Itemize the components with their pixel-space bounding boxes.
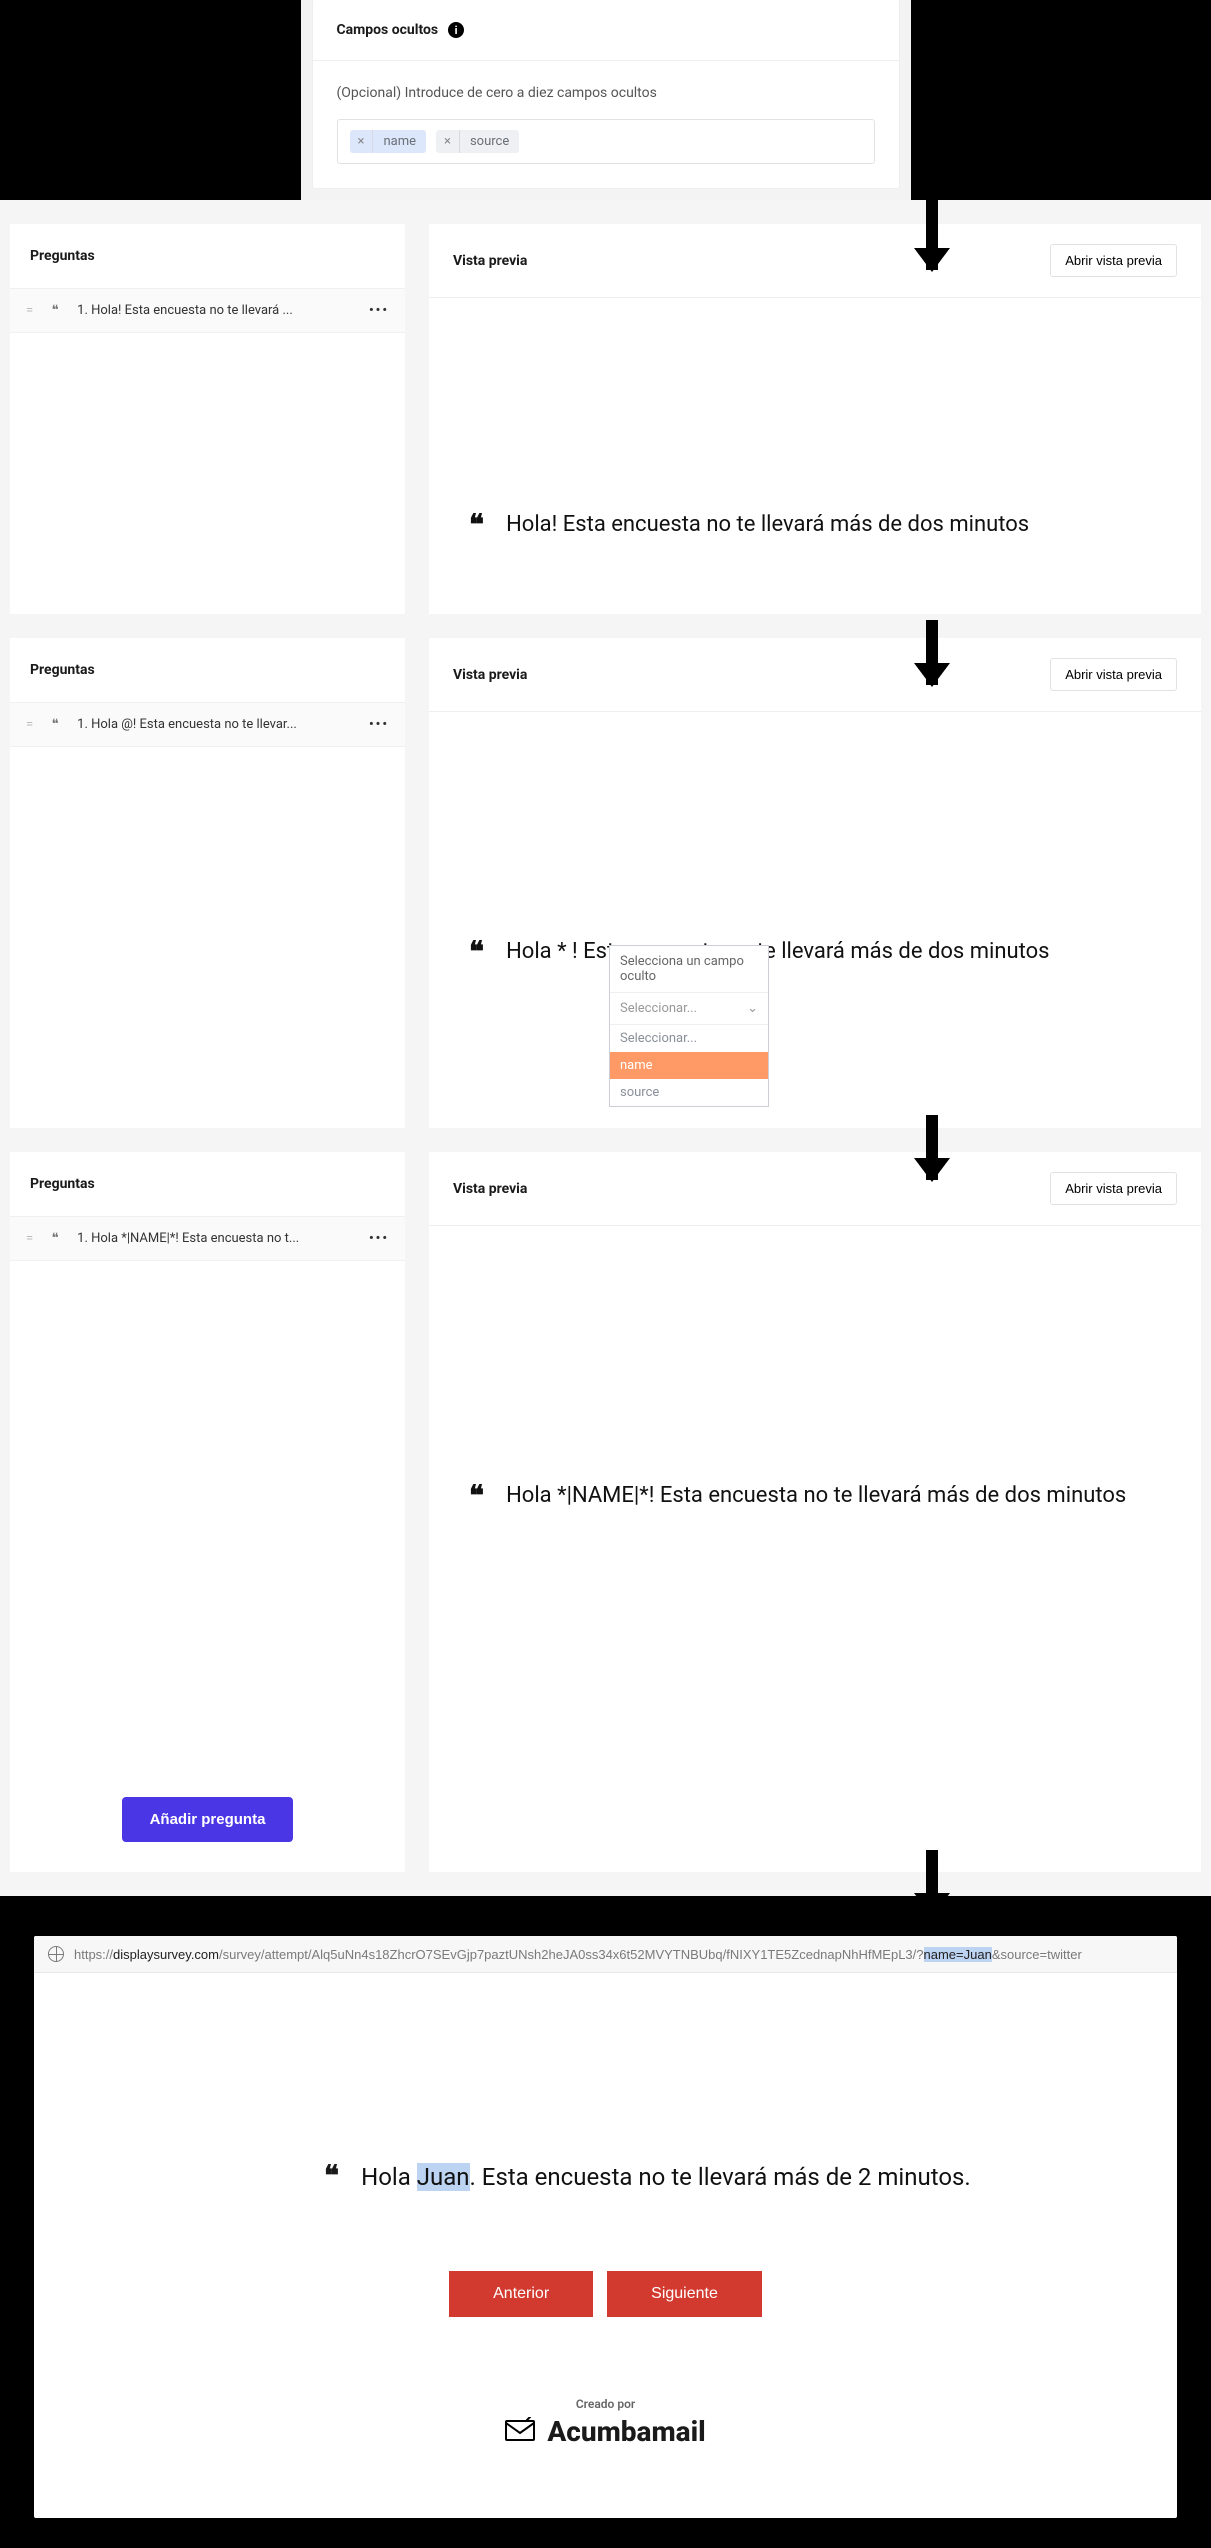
questions-title: Preguntas (10, 1152, 405, 1216)
merged-name: Juan (417, 2163, 470, 2191)
statement-text: Hola *|NAME|*! Esta encuesta no te lleva… (506, 1483, 1126, 1508)
info-icon[interactable]: i (448, 22, 464, 38)
drag-handle-icon[interactable]: = (26, 1231, 33, 1246)
question-item[interactable]: = ❝ 1. Hola @! Esta encuesta no te lleva… (10, 702, 405, 747)
url-bar[interactable]: https://displaysurvey.com/survey/attempt… (34, 1936, 1177, 1973)
quote-icon: ❝ (469, 1483, 484, 1511)
question-item[interactable]: = ❝ 1. Hola *|NAME|*! Esta encuesta no t… (10, 1216, 405, 1261)
statement-text: Hola * ! Esta encuesta no te llevará más… (506, 939, 1049, 964)
preview-title: Vista previa (453, 667, 527, 683)
hidden-field-options: Seleccionar... name source (610, 1025, 768, 1106)
hf-option[interactable]: Seleccionar... (610, 1025, 768, 1052)
open-preview-button[interactable]: Abrir vista previa (1050, 244, 1177, 277)
hidden-fields-input[interactable]: × name × source (337, 119, 875, 164)
question-text: 1. Hola @! Esta encuesta no te llevar... (77, 717, 357, 732)
question-text: 1. Hola! Esta encuesta no te llevará ... (77, 303, 357, 318)
question-type-icon: ❝ (45, 1231, 65, 1246)
survey-statement: Hola Juan. Esta encuesta no te llevará m… (361, 2163, 971, 2191)
tag-source[interactable]: × source (436, 130, 519, 153)
questions-panel: Preguntas = ❝ 1. Hola *|NAME|*! Esta enc… (10, 1152, 405, 1872)
arrow-icon (926, 200, 938, 270)
question-type-icon: ❝ (45, 717, 65, 732)
drag-handle-icon[interactable]: = (26, 717, 33, 732)
hidden-fields-card: Campos ocultos i (Opcional) Introduce de… (301, 0, 911, 200)
hidden-field-selector-title: Selecciona un campo oculto (610, 946, 768, 993)
mail-icon (505, 2415, 535, 2448)
questions-panel: Preguntas = ❝ 1. Hola @! Esta encuesta n… (10, 638, 405, 1128)
questions-title: Preguntas (10, 224, 405, 288)
preview-title: Vista previa (453, 253, 527, 269)
add-question-button[interactable]: Añadir pregunta (122, 1797, 294, 1842)
statement-text: Hola! Esta encuesta no te llevará más de… (506, 512, 1029, 537)
browser-window: https://displaysurvey.com/survey/attempt… (34, 1936, 1177, 2518)
questions-title: Preguntas (10, 638, 405, 702)
url-text: https://displaysurvey.com/survey/attempt… (74, 1947, 1082, 1962)
hf-option[interactable]: name (610, 1052, 768, 1079)
close-icon[interactable]: × (350, 130, 374, 153)
question-type-icon: ❝ (45, 303, 65, 318)
quote-icon: ❝ (469, 939, 484, 967)
open-preview-button[interactable]: Abrir vista previa (1050, 658, 1177, 691)
preview-panel: Vista previa Abrir vista previa ❝ Hola! … (429, 224, 1201, 614)
drag-handle-icon[interactable]: = (26, 303, 33, 318)
hidden-fields-title: Campos ocultos (337, 22, 439, 38)
brand-name: Acumbamail (547, 2415, 705, 2448)
brand-footer: Creado por Acumbamail (94, 2397, 1117, 2448)
quote-icon: ❝ (469, 512, 484, 540)
chevron-down-icon: ⌄ (747, 1001, 758, 1016)
brand-prefix: Creado por (94, 2397, 1117, 2411)
preview-title: Vista previa (453, 1181, 527, 1197)
prev-button[interactable]: Anterior (449, 2271, 593, 2317)
more-icon[interactable]: ••• (369, 303, 389, 318)
step-1: Preguntas = ❝ 1. Hola! Esta encuesta no … (0, 224, 1211, 614)
arrow-icon (926, 620, 938, 685)
step-3: Preguntas = ❝ 1. Hola *|NAME|*! Esta enc… (0, 1152, 1211, 1872)
next-button[interactable]: Siguiente (607, 2271, 762, 2317)
url-param-highlight: name=Juan (924, 1947, 992, 1962)
hidden-fields-hint: (Opcional) Introduce de cero a diez camp… (337, 85, 875, 101)
more-icon[interactable]: ••• (369, 1231, 389, 1246)
step-2: Preguntas = ❝ 1. Hola @! Esta encuesta n… (0, 638, 1211, 1128)
tag-name[interactable]: × name (350, 130, 427, 153)
more-icon[interactable]: ••• (369, 717, 389, 732)
open-preview-button[interactable]: Abrir vista previa (1050, 1172, 1177, 1205)
hidden-field-select[interactable]: Seleccionar... ⌄ (610, 993, 768, 1025)
question-item[interactable]: = ❝ 1. Hola! Esta encuesta no te llevará… (10, 288, 405, 333)
hf-option[interactable]: source (610, 1079, 768, 1106)
arrow-icon (926, 1115, 938, 1180)
preview-panel: Vista previa Abrir vista previa ❝ Hola *… (429, 1152, 1201, 1872)
questions-panel: Preguntas = ❝ 1. Hola! Esta encuesta no … (10, 224, 405, 614)
close-icon[interactable]: × (436, 130, 460, 153)
preview-panel: Vista previa Abrir vista previa ❝ Hola *… (429, 638, 1201, 1128)
quote-icon: ❝ (324, 2163, 339, 2191)
arrow-icon (926, 1850, 938, 1915)
question-text: 1. Hola *|NAME|*! Esta encuesta no t... (77, 1231, 357, 1246)
globe-icon (48, 1946, 64, 1962)
hidden-field-selector[interactable]: Selecciona un campo oculto Seleccionar..… (609, 945, 769, 1107)
